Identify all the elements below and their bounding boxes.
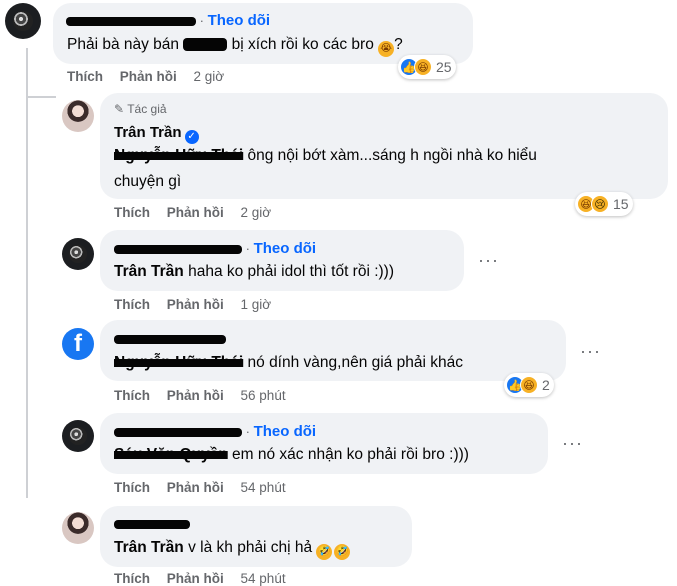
comment-author-line: Trân Trần ✓	[114, 124, 199, 144]
comment-author-line: · Theo dõi	[114, 240, 316, 257]
rofl-emoji-icon: 🤣	[334, 544, 351, 560]
follow-button[interactable]: Theo dõi	[254, 240, 317, 257]
thread-line-branch	[26, 96, 56, 98]
comment-text: Trân Trần haha ko phải idol thì tốt rồi …	[114, 263, 395, 280]
reaction-count: 25	[436, 59, 452, 75]
timestamp[interactable]: 1 giờ	[241, 297, 272, 312]
comment-actions: Thích Phản hồi 54 phút	[114, 480, 299, 495]
comment-actions: Thích Phản hồi 56 phút	[114, 388, 299, 403]
redacted-author-name[interactable]	[114, 245, 242, 255]
mention[interactable]: Trân Trần	[114, 263, 184, 280]
reply-button[interactable]: Phản hồi	[120, 69, 177, 84]
like-button[interactable]: Thích	[114, 297, 150, 312]
comment-author-line	[114, 516, 190, 531]
reply-button[interactable]: Phản hồi	[167, 297, 224, 312]
like-button[interactable]: Thích	[114, 388, 150, 403]
comment-actions: Thích Phản hồi 2 giờ	[67, 69, 237, 84]
comment-actions: Thích Phản hồi 2 giờ	[114, 205, 284, 220]
thread-line-main	[26, 48, 28, 498]
haha-icon: 😆	[414, 58, 432, 76]
mention[interactable]: Trân Trần	[114, 539, 184, 556]
reply-button[interactable]: Phản hồi	[167, 480, 224, 495]
timestamp[interactable]: 56 phút	[241, 388, 286, 403]
sad-icon: 😢	[591, 195, 609, 213]
haha-icon: 😆	[520, 376, 538, 394]
comment-actions: Thích Phản hồi 1 giờ	[114, 297, 284, 312]
reaction-summary[interactable]: 😆 😢 15	[575, 192, 633, 216]
follow-button[interactable]: Theo dõi	[254, 423, 317, 440]
rofl-emoji-icon: 🤣	[316, 544, 333, 560]
redacted-author-name[interactable]	[114, 520, 190, 530]
mention[interactable]: Nguyễn Hữu Thái	[114, 147, 243, 164]
comment-author-line	[114, 331, 226, 346]
redacted-author-name[interactable]	[114, 428, 242, 438]
avatar[interactable]	[62, 512, 94, 544]
timestamp[interactable]: 54 phút	[241, 480, 286, 495]
comment-text-line2: chuyện gì	[114, 173, 182, 190]
mention[interactable]: Sáu Văn Quyền	[114, 446, 228, 463]
comment-author-line: · Theo dõi	[66, 12, 270, 29]
comment-author-line: · Theo dõi	[114, 423, 316, 440]
comment-text: Nguyễn Hữu Thái nó dính vàng,nên giá phả…	[114, 354, 463, 371]
crying-emoji-icon: 😭	[378, 41, 395, 57]
avatar[interactable]	[62, 238, 94, 270]
more-options-icon[interactable]: ···	[478, 250, 499, 271]
redacted-author-name[interactable]	[66, 17, 196, 27]
like-button[interactable]: Thích	[114, 205, 150, 220]
avatar[interactable]: f	[62, 328, 94, 360]
reaction-summary[interactable]: 👍 😆 2	[504, 373, 554, 397]
author-name[interactable]: Trân Trần	[114, 124, 182, 141]
follow-button[interactable]: Theo dõi	[208, 12, 271, 29]
verified-icon: ✓	[184, 129, 199, 144]
avatar[interactable]	[62, 100, 94, 132]
comment-text: Nguyễn Hữu Thái ông nội bớt xàm...sáng h…	[114, 147, 537, 164]
comment-text: Trân Trần v là kh phải chị hả 🤣 🤣	[114, 535, 351, 560]
like-button[interactable]: Thích	[114, 480, 150, 495]
more-options-icon[interactable]: ···	[562, 433, 583, 454]
mention[interactable]: Nguyễn Hữu Thái	[114, 354, 243, 371]
comment-text: Sáu Văn Quyền em nó xác nhận ko phải rồi…	[114, 446, 469, 463]
comment-text: Phải bà này bán bị xích rồi ko các bro 😭…	[67, 32, 403, 57]
reaction-count: 2	[542, 377, 550, 393]
like-button[interactable]: Thích	[67, 69, 103, 84]
reaction-count: 15	[613, 196, 629, 212]
avatar[interactable]	[62, 420, 94, 452]
author-badge: ✎ Tác giả	[114, 102, 167, 116]
reaction-summary[interactable]: 👍 😆 25	[398, 55, 456, 79]
avatar[interactable]	[5, 3, 41, 39]
redacted-author-name[interactable]	[114, 335, 226, 345]
pen-icon: ✎	[114, 102, 125, 116]
reply-button[interactable]: Phản hồi	[167, 388, 224, 403]
reply-button[interactable]: Phản hồi	[167, 205, 224, 220]
timestamp[interactable]: 2 giờ	[241, 205, 272, 220]
more-options-icon[interactable]: ···	[580, 341, 601, 362]
redacted-word	[183, 38, 228, 52]
timestamp[interactable]: 2 giờ	[194, 69, 225, 84]
